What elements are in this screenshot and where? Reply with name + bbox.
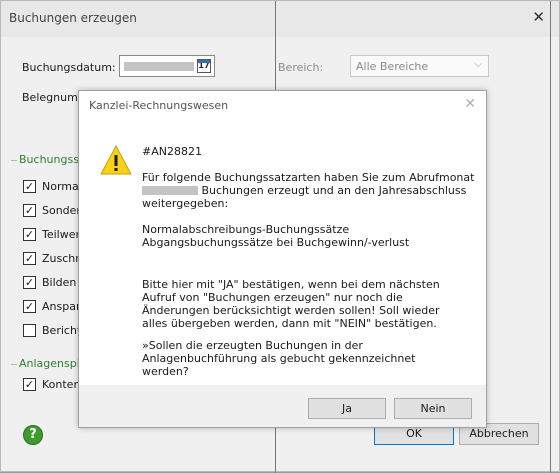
redacted-date	[124, 62, 194, 71]
buchungsdatum-field[interactable]: 17	[119, 55, 215, 77]
bereich-label: Bereich:	[278, 61, 324, 74]
window-titlebar: Buchungen erzeugen ✕	[1, 1, 559, 37]
buchungsdatum-label: Buchungsdatum:	[22, 61, 116, 74]
message-instruction: Bitte hier mit "JA" bestätigen, wenn bei…	[142, 278, 440, 330]
ja-button[interactable]: Ja	[308, 398, 386, 419]
list-item: Abgangsbuchungssätze bei Buchgewinn/-ver…	[142, 236, 410, 249]
dialog-footer: Ja Nein	[79, 385, 486, 427]
message-line-text: Buchungen erzeugt und an den Jahresabsch…	[201, 184, 467, 197]
checkbox-berichtigung[interactable]	[23, 324, 36, 337]
checkbox-sonderabschreibung[interactable]: ✓	[23, 204, 36, 217]
list-item: Normalabschreibungs-Buchungssätze	[142, 223, 350, 236]
close-icon[interactable]: ✕	[532, 8, 545, 26]
checkbox-normalabschreibung[interactable]: ✓	[23, 180, 36, 193]
bereich-value: Alle Bereiche	[356, 60, 429, 73]
message-code: #AN28821	[142, 145, 202, 158]
checkbox-ansparrücklage[interactable]: ✓	[23, 300, 36, 313]
message-list: Normalabschreibungs-Buchungssätze Abgang…	[142, 223, 477, 249]
warning-icon	[100, 144, 132, 175]
redacted-month	[142, 186, 198, 195]
message-line: weitergegeben:	[142, 197, 229, 210]
bereich-select[interactable]: Alle Bereiche ⌵	[350, 55, 489, 77]
message-line: Buchungen erzeugt und an den Jahresabsch…	[142, 184, 477, 197]
confirmation-dialog: Kanzlei-Rechnungswesen ✕ #AN28821 Für fo…	[78, 90, 487, 428]
checkbox-kontenverbindung[interactable]: ✓	[23, 378, 36, 391]
nein-button[interactable]: Nein	[394, 398, 472, 419]
message-line: Für folgende Buchungssatzarten haben Sie…	[142, 171, 475, 184]
background-edge	[550, 1, 551, 473]
chevron-down-icon: ⌵	[474, 59, 482, 70]
window-title: Buchungen erzeugen	[9, 11, 137, 25]
message-intro: Für folgende Buchungssatzarten haben Sie…	[142, 171, 477, 210]
dialog-title: Kanzlei-Rechnungswesen	[89, 99, 229, 112]
close-icon[interactable]: ✕	[464, 96, 476, 112]
help-icon[interactable]: ?	[23, 425, 43, 445]
checkbox-zuschreibung[interactable]: ✓	[23, 252, 36, 265]
dialog-titlebar: Kanzlei-Rechnungswesen ✕	[79, 91, 486, 119]
checkbox-teilwert[interactable]: ✓	[23, 228, 36, 241]
message-question: »Sollen die erzeugten Buchungen in der A…	[142, 339, 416, 378]
calendar-icon[interactable]: 17	[197, 59, 211, 73]
checkbox-bilden[interactable]: ✓	[23, 276, 36, 289]
